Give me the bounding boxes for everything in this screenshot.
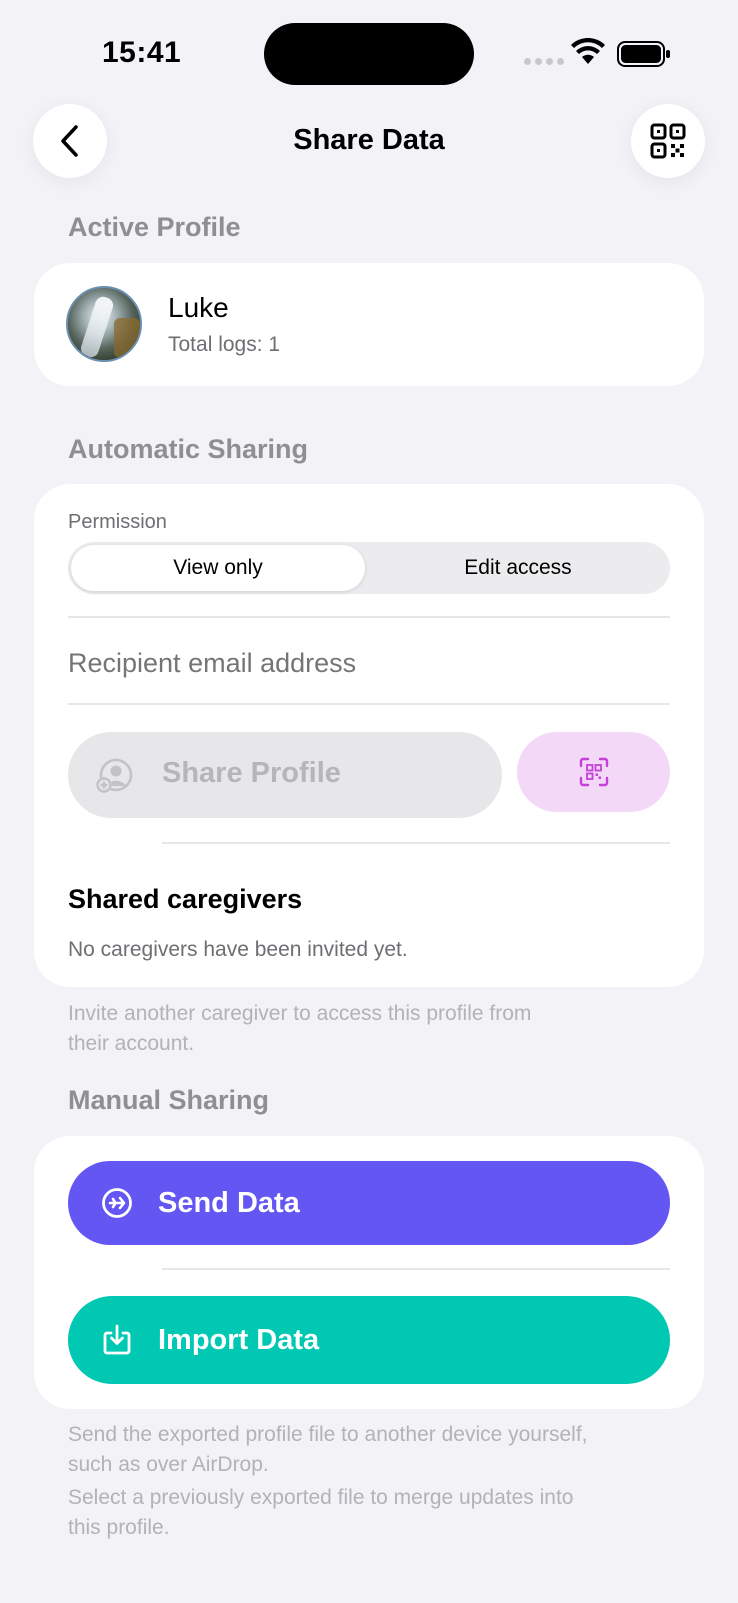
profile-name: Luke [168,292,229,323]
footnote-line: Send the exported profile file to anothe… [68,1423,588,1446]
manual-sharing-heading: Manual Sharing [68,1085,270,1115]
add-person-icon [96,758,133,793]
send-data-button[interactable]: Send Data [68,1161,670,1245]
cellular-signal-icon [524,58,564,65]
send-data-label: Send Data [158,1186,300,1219]
qr-scan-icon [579,757,608,787]
battery-icon [617,41,670,67]
footnote-line: Invite another caregiver to access this … [68,1002,532,1025]
footnote-line: Select a previously exported file to mer… [68,1486,574,1509]
qr-code-button[interactable] [631,104,705,178]
download-tray-icon [103,1324,131,1355]
share-profile-label: Share Profile [162,757,341,789]
automatic-sharing-footnote: Invite another caregiver to access this … [68,999,531,1059]
segment-view-only[interactable]: View only [71,545,365,591]
airplane-circle-icon [102,1188,132,1218]
automatic-sharing-heading: Automatic Sharing [68,434,309,464]
avatar [66,286,142,362]
scan-qr-button[interactable] [517,732,670,812]
divider [68,616,670,618]
shared-caregivers-heading: Shared caregivers [68,884,303,914]
footnote-line: such as over AirDrop. [68,1453,269,1476]
import-data-label: Import Data [158,1323,320,1356]
divider [162,842,670,844]
recipient-email-input[interactable] [68,648,668,679]
import-data-button[interactable]: Import Data [68,1296,670,1384]
status-time: 15:41 [102,36,182,69]
footnote-line: this profile. [68,1516,170,1539]
page-title: Share Data [293,124,445,156]
permission-label: Permission [68,511,167,533]
qr-code-icon [650,123,686,159]
segment-edit-access[interactable]: Edit access [370,545,666,591]
wifi-icon [571,38,605,64]
shared-caregivers-empty-text: No caregivers have been invited yet. [68,938,408,961]
footnote-line: their account. [68,1032,195,1055]
profile-log-count: Total logs: 1 [168,333,281,356]
dynamic-island [264,23,474,85]
manual-sharing-footnote: Send the exported profile file to anothe… [68,1420,587,1543]
divider [68,703,670,705]
divider [162,1268,670,1270]
active-profile-heading: Active Profile [68,212,241,242]
